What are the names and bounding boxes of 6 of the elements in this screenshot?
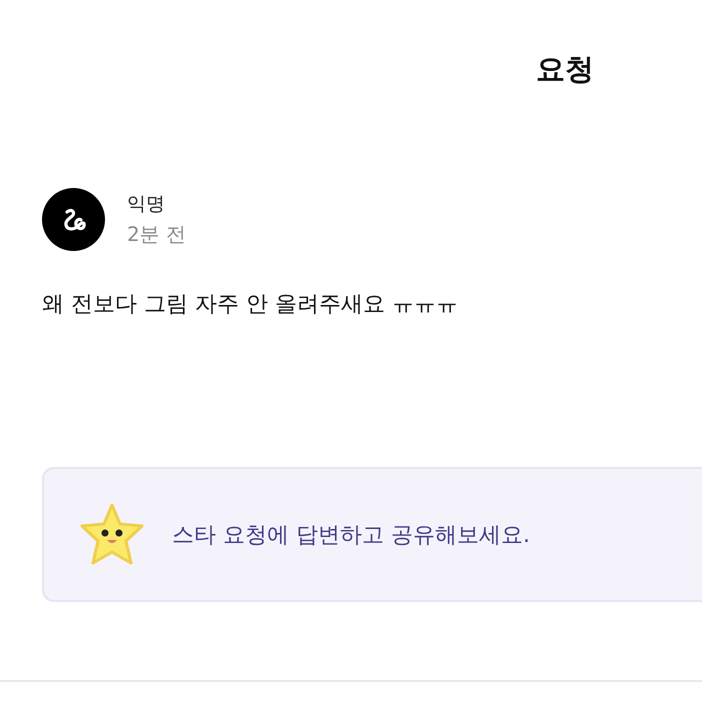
request-message: 왜 전보다 그림 자주 안 올려주새요 ㅠㅠㅠ [42, 291, 459, 319]
banner-text: 스타 요청에 답변하고 공유해보세요. [172, 522, 530, 550]
post-time: 2분 전 [127, 221, 186, 248]
author-name: 익명 [127, 192, 166, 217]
star-mascot-icon [78, 502, 146, 568]
page-title: 요청 [536, 51, 594, 88]
